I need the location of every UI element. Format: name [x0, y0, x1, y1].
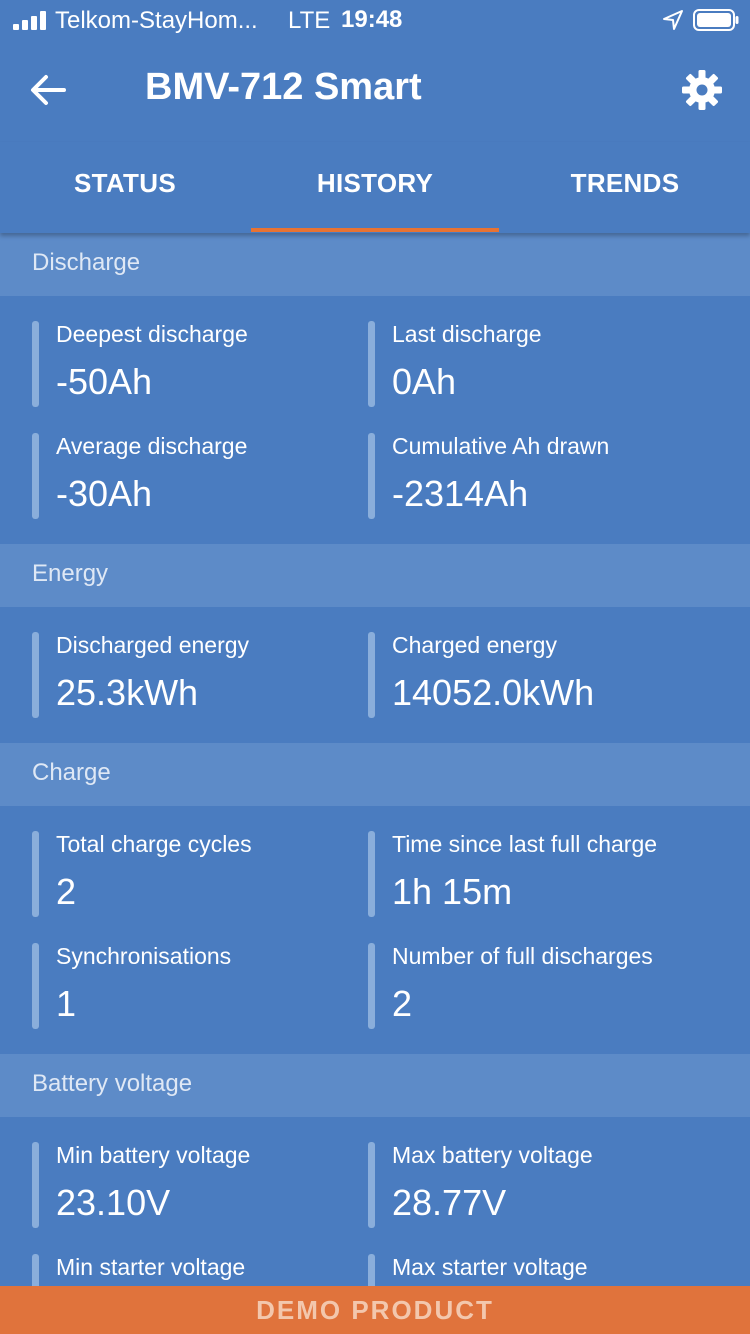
location-arrow-icon	[663, 10, 683, 30]
section-energy: Discharged energy 25.3kWh Charged energy…	[0, 607, 750, 743]
metric-row: Discharged energy 25.3kWh Charged energy…	[0, 631, 750, 719]
metric-row: Min battery voltage 23.10V Max battery v…	[0, 1141, 750, 1253]
metric-label: Min battery voltage	[56, 1142, 251, 1168]
metric-label: Discharged energy	[56, 632, 250, 658]
metric-indicator-bar	[368, 831, 375, 917]
metric-row: Total charge cycles 2 Time since last fu…	[0, 830, 750, 942]
metric-synchronisations: Synchronisations 1	[32, 942, 362, 1030]
metric-total-charge-cycles: Total charge cycles 2	[32, 830, 362, 918]
metric-label: Last discharge	[392, 321, 542, 347]
metric-discharged-energy: Discharged energy 25.3kWh	[32, 631, 362, 719]
metric-indicator-bar	[32, 321, 39, 407]
metric-value: -50Ah	[56, 361, 153, 402]
metric-value: -30Ah	[56, 473, 153, 514]
carrier-name: Telkom-StayHom...	[55, 7, 258, 34]
metric-max-battery-voltage: Max battery voltage 28.77V	[368, 1141, 698, 1229]
section-header-charge: Charge	[0, 743, 750, 806]
tab-status[interactable]: STATUS	[0, 142, 250, 233]
metric-value: -2314Ah	[392, 473, 529, 514]
metric-value: 1h 15m	[392, 871, 513, 912]
metric-average-discharge: Average discharge -30Ah	[32, 432, 362, 520]
status-bar: Telkom-StayHom... LTE 19:48	[0, 0, 750, 42]
metric-indicator-bar	[368, 433, 375, 519]
metric-indicator-bar	[32, 831, 39, 917]
metric-time-since-last-full-charge: Time since last full charge 1h 15m	[368, 830, 698, 918]
metric-value: 2	[392, 983, 413, 1024]
demo-product-banner: DEMO PRODUCT	[0, 1286, 750, 1334]
metric-label: Number of full discharges	[392, 943, 653, 969]
metric-label: Total charge cycles	[56, 831, 252, 857]
metric-value: 25.3kWh	[56, 672, 199, 713]
metric-label: Max battery voltage	[392, 1142, 593, 1168]
metric-row: Deepest discharge -50Ah Last discharge 0…	[0, 320, 750, 432]
metric-last-discharge: Last discharge 0Ah	[368, 320, 698, 408]
metric-value: 0Ah	[392, 361, 457, 402]
network-type: LTE	[288, 7, 331, 34]
metric-indicator-bar	[368, 632, 375, 718]
metric-label: Cumulative Ah drawn	[392, 433, 610, 459]
settings-gear-icon[interactable]	[680, 68, 724, 112]
clock: 19:48	[341, 6, 403, 33]
metric-row: Synchronisations 1 Number of full discha…	[0, 942, 750, 1030]
metric-indicator-bar	[32, 433, 39, 519]
metric-value: 2	[56, 871, 77, 912]
metric-indicator-bar	[32, 943, 39, 1029]
metric-label: Average discharge	[56, 433, 248, 459]
metric-cumulative-ah-drawn: Cumulative Ah drawn -2314Ah	[368, 432, 698, 520]
metric-charged-energy: Charged energy 14052.0kWh	[368, 631, 698, 719]
battery-icon	[693, 9, 739, 31]
metric-indicator-bar	[368, 321, 375, 407]
metric-indicator-bar	[32, 1142, 39, 1228]
section-charge: Total charge cycles 2 Time since last fu…	[0, 806, 750, 1054]
back-arrow-icon[interactable]	[28, 70, 68, 110]
metric-min-battery-voltage: Min battery voltage 23.10V	[32, 1141, 362, 1229]
metric-number-of-full-discharges: Number of full discharges 2	[368, 942, 698, 1030]
metric-deepest-discharge: Deepest discharge -50Ah	[32, 320, 362, 408]
signal-strength-icon	[13, 11, 46, 30]
metric-indicator-bar	[368, 943, 375, 1029]
metric-value: 28.77V	[392, 1182, 507, 1223]
metric-label: Synchronisations	[56, 943, 232, 969]
metric-value: 14052.0kWh	[392, 672, 595, 713]
tab-history[interactable]: HISTORY	[250, 142, 500, 233]
metric-label: Deepest discharge	[56, 321, 248, 347]
metric-label: Charged energy	[392, 632, 557, 658]
tab-trends[interactable]: TRENDS	[500, 142, 750, 233]
metric-row: Average discharge -30Ah Cumulative Ah dr…	[0, 432, 750, 520]
metric-indicator-bar	[32, 632, 39, 718]
section-discharge: Deepest discharge -50Ah Last discharge 0…	[0, 296, 750, 544]
metric-label: Min starter voltage	[56, 1254, 246, 1280]
section-header-battery-voltage: Battery voltage	[0, 1054, 750, 1117]
metric-label: Max starter voltage	[392, 1254, 588, 1280]
history-content[interactable]: Discharge Deepest discharge -50Ah Last d…	[0, 233, 750, 1334]
metric-value: 23.10V	[56, 1182, 171, 1223]
tab-bar: STATUS HISTORY TRENDS	[0, 142, 750, 233]
metric-label: Time since last full charge	[392, 831, 658, 857]
metric-indicator-bar	[368, 1142, 375, 1228]
page-title: BMV-712 Smart	[145, 66, 422, 108]
metric-value: 1	[56, 983, 77, 1024]
app-bar: BMV-712 Smart	[0, 42, 750, 142]
section-header-energy: Energy	[0, 544, 750, 607]
section-header-discharge: Discharge	[0, 233, 750, 296]
